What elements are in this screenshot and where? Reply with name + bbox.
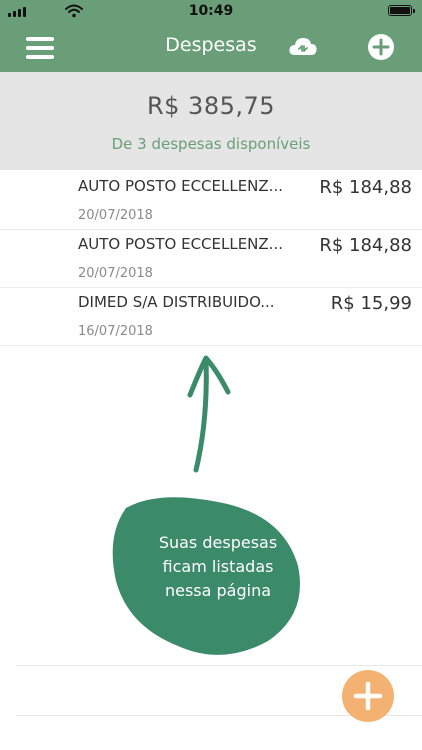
- expense-row[interactable]: DIMED S/A DISTRIBUIDO... R$ 15,99 16/07/…: [0, 288, 422, 346]
- expense-value: R$ 184,88: [319, 235, 412, 256]
- expense-value: R$ 15,99: [330, 293, 412, 314]
- expense-name: AUTO POSTO ECCELLENZ...: [78, 235, 283, 253]
- plus-icon: [353, 681, 383, 711]
- hint-message: Suas despesas ficam listadas nessa págin…: [118, 531, 318, 603]
- expense-date: 20/07/2018: [78, 208, 153, 223]
- hint-line: Suas despesas: [158, 533, 278, 552]
- expense-name: DIMED S/A DISTRIBUIDO...: [78, 293, 275, 311]
- summary-panel: R$ 385,75 De 3 despesas disponíveis: [0, 72, 422, 170]
- expense-date: 20/07/2018: [78, 266, 153, 281]
- nav-header: Despesas: [0, 22, 422, 72]
- page-title: Despesas: [165, 34, 257, 56]
- status-time: 10:49: [188, 3, 234, 19]
- hint-line: nessa página: [164, 581, 272, 600]
- expense-date: 16/07/2018: [78, 324, 153, 339]
- expense-value: R$ 184,88: [319, 177, 412, 198]
- hint-line: ficam listadas: [162, 557, 274, 576]
- add-expense-fab[interactable]: [342, 670, 394, 722]
- expense-name: AUTO POSTO ECCELLENZ...: [78, 177, 283, 195]
- expense-count-caption: De 3 despesas disponíveis: [111, 135, 311, 153]
- status-bar: 10:49: [0, 0, 422, 22]
- battery-icon: [388, 5, 415, 16]
- expense-row[interactable]: AUTO POSTO ECCELLENZ... R$ 184,88 20/07/…: [0, 230, 422, 288]
- total-amount: R$ 385,75: [146, 92, 276, 120]
- cloud-sync-icon[interactable]: [288, 34, 318, 60]
- row-divider: [16, 665, 422, 666]
- hint-arrow-icon: [187, 355, 231, 473]
- add-expense-icon[interactable]: [367, 33, 395, 61]
- expense-row[interactable]: AUTO POSTO ECCELLENZ... R$ 184,88 20/07/…: [0, 172, 422, 230]
